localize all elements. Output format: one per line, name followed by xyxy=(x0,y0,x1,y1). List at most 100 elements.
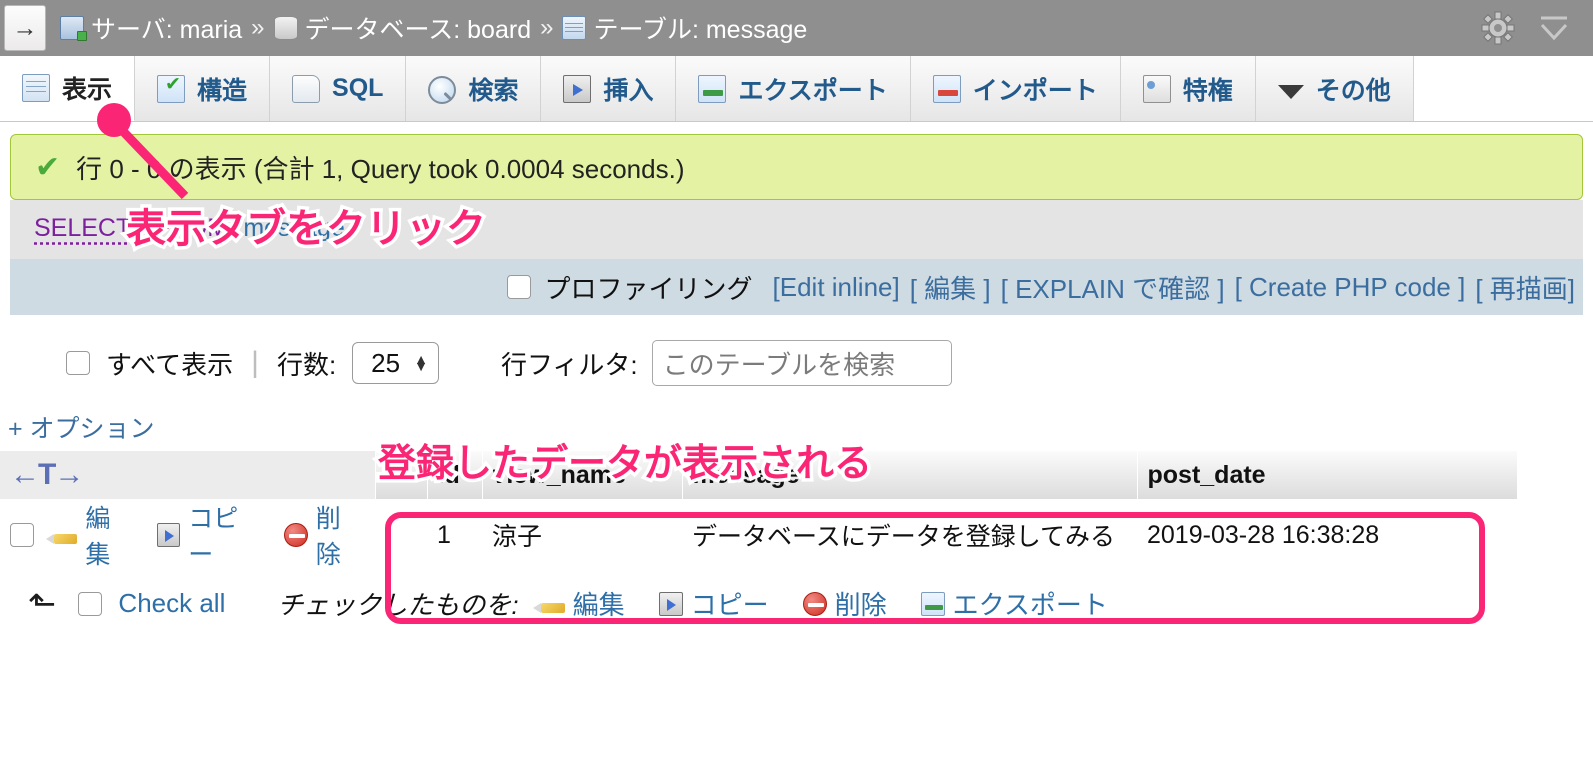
success-banner: ✔ 行 0 - 0 の表示 (合計 1, Query took 0.0004 s… xyxy=(10,134,1583,200)
select-all-arrow-icon: ⬑ xyxy=(28,584,57,623)
sort-indicator-cell[interactable] xyxy=(375,448,428,499)
caret-down-icon xyxy=(1277,85,1304,99)
bulk-export-label: エクスポート xyxy=(952,590,1108,620)
table-row: 編集 コピー 削除 1 涼子 データベースにデータを登録してみる 2019-03… xyxy=(0,499,1517,571)
privileges-icon xyxy=(1142,74,1171,103)
bulk-copy-link[interactable]: コピー xyxy=(658,585,769,622)
export-icon xyxy=(698,74,727,103)
rows-count-label: 行数: xyxy=(276,349,337,380)
rows-count-select[interactable]: 25 ▲ ▼ xyxy=(352,342,439,384)
tab-sql[interactable]: SQL xyxy=(270,56,407,121)
refresh-link[interactable]: [ 再描画] xyxy=(1475,269,1575,306)
server-icon xyxy=(60,16,87,41)
column-header-id[interactable]: id xyxy=(427,451,483,499)
tab-import[interactable]: インポート xyxy=(910,56,1121,121)
sql-icon xyxy=(292,74,321,103)
database-icon xyxy=(273,16,298,40)
settings-gear-icon[interactable] xyxy=(1481,11,1515,45)
tab-search-label: 検索 xyxy=(468,76,519,105)
profiling-bar: プロファイリング [Edit inline] [ 編集 ] [ EXPLAIN … xyxy=(10,259,1583,315)
breadcrumb-item-server[interactable]: サーバ: maria xyxy=(60,10,242,46)
sql-keyword-from: FROM xyxy=(154,214,229,242)
rows-count-value: 25 xyxy=(371,347,401,378)
breadcrumb-separator-2: » xyxy=(540,14,554,41)
row-delete-link[interactable]: 削除 xyxy=(284,499,365,571)
sql-query-box[interactable]: SELECT * FROM `message` xyxy=(10,200,1583,259)
breadcrumb: サーバ: maria » データベース: board » テーブル: messa… xyxy=(60,10,807,46)
tab-export-label: エクスポート xyxy=(738,76,888,105)
tab-export[interactable]: エクスポート xyxy=(676,56,911,121)
check-all-checkbox[interactable] xyxy=(78,591,103,616)
controls-divider: | xyxy=(251,346,259,379)
row-edit-link[interactable]: 編集 xyxy=(45,499,135,571)
row-filter-input[interactable]: このテーブルを検索 xyxy=(651,340,952,386)
tab-more-label: その他 xyxy=(1315,76,1391,105)
stepper-arrows-icon[interactable]: ▲ ▼ xyxy=(414,352,428,373)
row-select-checkbox[interactable] xyxy=(10,523,34,547)
tab-privileges-label: 特権 xyxy=(1182,76,1233,105)
breadcrumb-bar: → サーバ: maria » データベース: board » テーブル: mes… xyxy=(0,0,1593,56)
row-filter-placeholder: このテーブルを検索 xyxy=(662,349,896,380)
show-all-label: すべて表示 xyxy=(106,349,234,380)
tab-insert[interactable]: 挿入 xyxy=(541,56,677,121)
nav-toggle-button[interactable]: → xyxy=(4,5,46,51)
column-header-view-name[interactable]: view_name xyxy=(482,451,683,499)
pencil-icon xyxy=(532,602,565,613)
bulk-actions-bar: ⬑ Check all チェックしたものを: 編集 コピー 削除 エクスポート xyxy=(0,585,1593,622)
tab-more[interactable]: その他 xyxy=(1255,56,1414,121)
edit-inline-link[interactable]: [Edit inline] xyxy=(773,272,900,303)
bulk-edit-link[interactable]: 編集 xyxy=(532,585,625,622)
tab-privileges[interactable]: 特権 xyxy=(1120,56,1256,121)
sql-identifier: `message` xyxy=(235,214,354,242)
column-header-post-date[interactable]: post_date xyxy=(1137,451,1518,499)
tab-bar: 表示 構造 SQL 検索 挿入 エクスポート インポート 特権 その他 xyxy=(0,56,1593,122)
breadcrumb-separator: » xyxy=(251,14,265,41)
table-nav-cell: ←T→ xyxy=(0,451,376,499)
breadcrumb-database-label: データベース: board xyxy=(304,16,532,44)
show-all-checkbox[interactable] xyxy=(66,351,90,375)
tab-import-label: インポート xyxy=(972,76,1098,105)
tab-search[interactable]: 検索 xyxy=(406,56,542,121)
copy-icon xyxy=(658,591,683,616)
breadcrumb-item-table[interactable]: テーブル: message xyxy=(562,10,807,46)
nav-toggle-arrow-icon: → xyxy=(12,13,38,42)
table-icon xyxy=(562,16,587,40)
bulk-export-link[interactable]: エクスポート xyxy=(920,585,1108,622)
row-copy-link[interactable]: コピー xyxy=(156,499,263,571)
collapse-icon[interactable] xyxy=(1537,13,1571,43)
bulk-copy-label: コピー xyxy=(690,590,769,620)
bulk-edit-label: 編集 xyxy=(572,590,625,620)
table-header-row: ←T→ id view_name message post_date xyxy=(0,448,1518,499)
row-copy-label: コピー xyxy=(188,505,239,569)
column-header-message[interactable]: message xyxy=(682,451,1138,499)
row-delete-label: 削除 xyxy=(315,505,341,569)
row-filter-label: 行フィルタ: xyxy=(500,349,638,380)
delete-icon xyxy=(802,591,827,616)
check-all-label[interactable]: Check all xyxy=(118,588,225,619)
row-edit-label: 編集 xyxy=(85,505,111,569)
row-actions-cell: 編集 コピー 削除 xyxy=(0,499,375,571)
tab-browse[interactable]: 表示 xyxy=(0,56,136,121)
breadcrumb-server-label: サーバ: maria xyxy=(91,16,243,44)
tab-structure-label: 構造 xyxy=(197,76,248,105)
row-sort-spacer xyxy=(375,499,427,571)
breadcrumb-item-database[interactable]: データベース: board xyxy=(273,10,532,46)
browse-icon xyxy=(22,74,50,102)
sql-keyword-select: SELECT xyxy=(34,214,131,242)
explain-link[interactable]: [ EXPLAIN で確認 ] xyxy=(1001,269,1225,306)
sort-desc-icon[interactable] xyxy=(389,448,412,489)
export-icon xyxy=(920,591,945,616)
tab-structure[interactable]: 構造 xyxy=(135,56,271,121)
options-toggle-link[interactable]: + オプション xyxy=(8,409,1593,445)
bulk-delete-label: 削除 xyxy=(834,590,887,620)
tab-sql-label: SQL xyxy=(332,74,384,102)
import-icon xyxy=(932,74,961,103)
with-selected-label: チェックしたものを: xyxy=(277,590,519,620)
edit-link[interactable]: [ 編集 ] xyxy=(910,269,991,306)
bulk-delete-link[interactable]: 削除 xyxy=(802,585,887,622)
create-php-code-link[interactable]: [ Create PHP code ] xyxy=(1235,272,1466,303)
move-columns-icon[interactable]: ←T→ xyxy=(10,458,84,491)
profiling-checkbox[interactable] xyxy=(506,275,531,299)
breadcrumb-table-label: テーブル: message xyxy=(593,16,808,44)
insert-icon xyxy=(563,74,592,103)
